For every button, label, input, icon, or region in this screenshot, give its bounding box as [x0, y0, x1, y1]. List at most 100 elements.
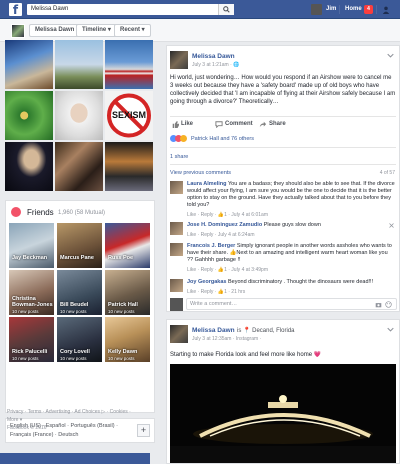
- home-badge: 4: [364, 5, 373, 14]
- comment-actions[interactable]: Like · Reply · July 4 at 6:24am: [187, 232, 255, 238]
- post-author[interactable]: Melissa Dawn: [192, 327, 235, 334]
- photo-thumbnail[interactable]: [5, 40, 53, 89]
- friend-name[interactable]: Kelly Dawn: [108, 349, 137, 355]
- like-icon: [172, 121, 179, 128]
- post-author[interactable]: Melissa Dawn: [192, 53, 235, 60]
- share-button[interactable]: Share: [269, 121, 286, 127]
- friend-tile[interactable]: Kelly Dawn 10 new posts: [105, 317, 150, 362]
- photo-thumbnail[interactable]: [55, 142, 103, 191]
- post-card: Melissa Dawn is 📍 Decand, Florida July 3…: [166, 319, 400, 464]
- photo-thumbnail[interactable]: [5, 91, 53, 140]
- commenter-avatar[interactable]: [170, 243, 183, 256]
- chevron-down-icon[interactable]: [387, 53, 394, 58]
- friend-name[interactable]: Christina Bowman-Jones: [12, 296, 54, 308]
- home-link[interactable]: Home: [345, 6, 362, 12]
- friend-name[interactable]: Jay Beckman: [12, 255, 47, 261]
- friends-title[interactable]: Friends: [27, 208, 54, 217]
- friend-posts: 10 new posts: [60, 309, 87, 314]
- like-button[interactable]: Like: [181, 121, 193, 127]
- friend-tile[interactable]: Jay Beckman: [9, 223, 54, 268]
- footer-more[interactable]: More ▾: [7, 417, 22, 423]
- chevron-down-icon[interactable]: [387, 327, 394, 332]
- friend-tile[interactable]: Marcus Pane: [57, 223, 102, 268]
- close-icon[interactable]: [389, 223, 394, 228]
- comment-button[interactable]: Comment: [225, 121, 253, 127]
- comment: Laura Almeling You are a badass; they sh…: [170, 181, 396, 221]
- comment: Joy Georgakas Beyond discriminatory . Th…: [170, 279, 396, 299]
- photo-thumbnail[interactable]: [5, 142, 53, 191]
- comment-actions[interactable]: Like · Reply · 👍1 · July 4 at 6:01am: [187, 212, 268, 218]
- post-card: Melissa Dawn July 3 at 1:21am · 🌐 Hi wor…: [166, 45, 400, 312]
- timeline-dropdown[interactable]: Timeline ▾: [76, 24, 117, 37]
- commenter-name[interactable]: Joy Georgakas: [187, 279, 226, 285]
- author-avatar[interactable]: [170, 51, 188, 69]
- divider: [170, 164, 396, 165]
- friend-name[interactable]: Patrick Hall: [108, 302, 138, 308]
- friend-tile[interactable]: Rick Palucelli 10 new posts: [9, 317, 54, 362]
- commenter-name[interactable]: Francois J. Berger: [187, 243, 235, 249]
- facebook-logo-icon[interactable]: f: [9, 3, 22, 17]
- friend-tile[interactable]: Cory Lovell 10 new posts: [57, 317, 102, 362]
- share-count[interactable]: 1 share: [170, 154, 188, 160]
- post-location[interactable]: is 📍 Decand, Florida: [237, 327, 295, 334]
- sexism-sign-photo[interactable]: SEXISM: [105, 91, 153, 140]
- photo-thumbnail[interactable]: [55, 40, 103, 89]
- friend-posts: 10 new posts: [108, 356, 135, 361]
- friend-tile[interactable]: Russ Poe: [105, 223, 150, 268]
- comment-actions[interactable]: Like · Reply · 👍1 · 21 hrs: [187, 289, 245, 295]
- view-previous-comments-link[interactable]: View previous comments: [170, 170, 231, 176]
- language-links[interactable]: Français (France) · Deutsch: [10, 432, 78, 438]
- photo-thumbnail[interactable]: [55, 91, 103, 140]
- friend-posts: 10 new posts: [12, 309, 39, 314]
- friend-requests-icon[interactable]: [382, 6, 390, 14]
- friend-posts: 10 new posts: [108, 309, 135, 314]
- post-timestamp[interactable]: July 3 at 12:35am · Instagram ·: [192, 336, 261, 342]
- friend-tile[interactable]: Patrick Hall 10 new posts: [105, 270, 150, 315]
- chat-bar[interactable]: [0, 453, 150, 464]
- post-timestamp[interactable]: July 3 at 1:21am · 🌐: [192, 62, 239, 68]
- camera-icon[interactable]: [375, 301, 382, 308]
- comment-text: Joy Georgakas Beyond discriminatory . Th…: [187, 279, 395, 286]
- friend-name[interactable]: Russ Poe: [108, 255, 133, 261]
- divider: [376, 5, 377, 14]
- search-icon: [223, 6, 230, 13]
- friend-tile[interactable]: Bill Beudel 10 new posts: [57, 270, 102, 315]
- user-name-link[interactable]: Jim: [326, 6, 336, 12]
- commenter-name[interactable]: Jose H. Dominguez Zamudio: [187, 222, 262, 228]
- friends-count[interactable]: 1,960 (58 Mutual): [58, 210, 105, 216]
- profile-thumbnail[interactable]: [11, 24, 25, 38]
- friend-name[interactable]: Marcus Pane: [60, 255, 94, 261]
- friend-name[interactable]: Bill Beudel: [60, 302, 88, 308]
- divider: [170, 116, 396, 117]
- photo-thumbnail[interactable]: [105, 40, 153, 89]
- search-input[interactable]: Melissa Dawn: [27, 4, 234, 15]
- footer-links[interactable]: Privacy · Terms · Advertising · Ad Choic…: [7, 409, 131, 415]
- recent-dropdown[interactable]: Recent ▾: [114, 24, 151, 37]
- commenter-avatar[interactable]: [170, 222, 183, 235]
- search-button[interactable]: [218, 4, 234, 15]
- reactions-summary[interactable]: Patrick Hall and 76 others: [191, 136, 254, 142]
- comment-input[interactable]: Write a comment…: [186, 298, 397, 310]
- search-value[interactable]: Melissa Dawn: [31, 6, 68, 12]
- author-avatar[interactable]: [170, 325, 188, 343]
- photo-thumbnail[interactable]: [105, 142, 153, 191]
- comment-placeholder: Write a comment…: [190, 301, 237, 307]
- profile-name-button[interactable]: Melissa Dawn: [29, 24, 81, 37]
- add-language-button[interactable]: +: [137, 424, 150, 437]
- commenter-avatar[interactable]: [170, 181, 183, 194]
- user-avatar[interactable]: [311, 4, 322, 15]
- comment-text: Francois J. Berger Simply ignorant peopl…: [187, 243, 395, 264]
- emoji-icon[interactable]: [385, 301, 392, 308]
- top-nav-bar: f Melissa Dawn Jim Home 4: [0, 0, 400, 19]
- post-photo[interactable]: [170, 364, 396, 463]
- friend-name[interactable]: Cory Lovell: [60, 349, 90, 355]
- friends-box: Friends 1,960 (58 Mutual) Jay Beckman Ma…: [5, 200, 155, 413]
- friends-icon: [11, 207, 21, 217]
- comment-text: Jose H. Dominguez Zamudio Please guys sl…: [187, 222, 395, 229]
- commenter-name[interactable]: Laura Almeling: [187, 181, 227, 187]
- share-icon: [259, 121, 267, 128]
- friend-tile[interactable]: Christina Bowman-Jones 10 new posts: [9, 270, 54, 315]
- commenter-avatar[interactable]: [170, 279, 183, 292]
- friend-name[interactable]: Rick Palucelli: [12, 349, 47, 355]
- comment-actions[interactable]: Like · Reply · 👍1 · July 4 at 3:49pm: [187, 267, 268, 273]
